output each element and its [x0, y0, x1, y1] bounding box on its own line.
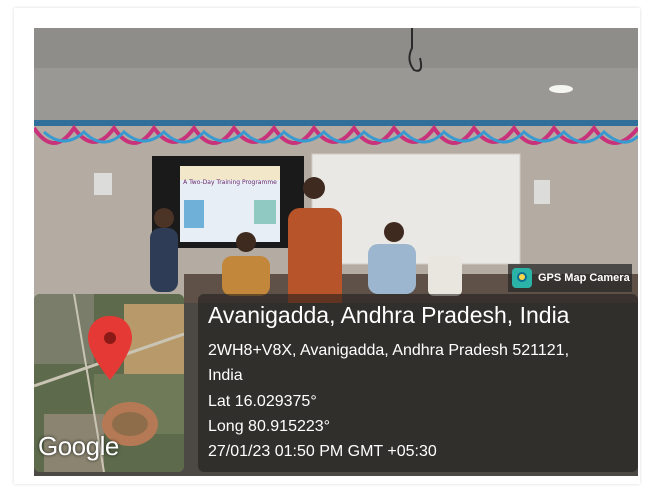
- address-line-1: 2WH8+V8X, Avanigadda, Andhra Pradesh 521…: [208, 342, 570, 359]
- badge-label: GPS Map Camera: [538, 272, 630, 284]
- google-logo: Google: [38, 431, 119, 461]
- latitude-text: Lat 16.029375°: [208, 393, 317, 410]
- slide-title: A Two-Day Training Programme: [183, 179, 277, 186]
- longitude-text: Long 80.915223°: [208, 418, 331, 435]
- gps-camera-badge: GPS Map Camera: [508, 264, 632, 292]
- location-info-panel: Avanigadda, Andhra Pradesh, India 2WH8+V…: [198, 294, 638, 472]
- address-line-2: India: [208, 367, 243, 384]
- map-thumbnail: Google: [34, 294, 184, 472]
- gps-map-camera-icon: [512, 268, 532, 288]
- location-title: Avanigadda, Andhra Pradesh, India: [208, 302, 570, 328]
- datetime-text: 27/01/23 01:50 PM GMT +05:30: [208, 443, 437, 460]
- location-overlay: Google Avanigadda, Andhra Pradesh, India…: [34, 294, 638, 476]
